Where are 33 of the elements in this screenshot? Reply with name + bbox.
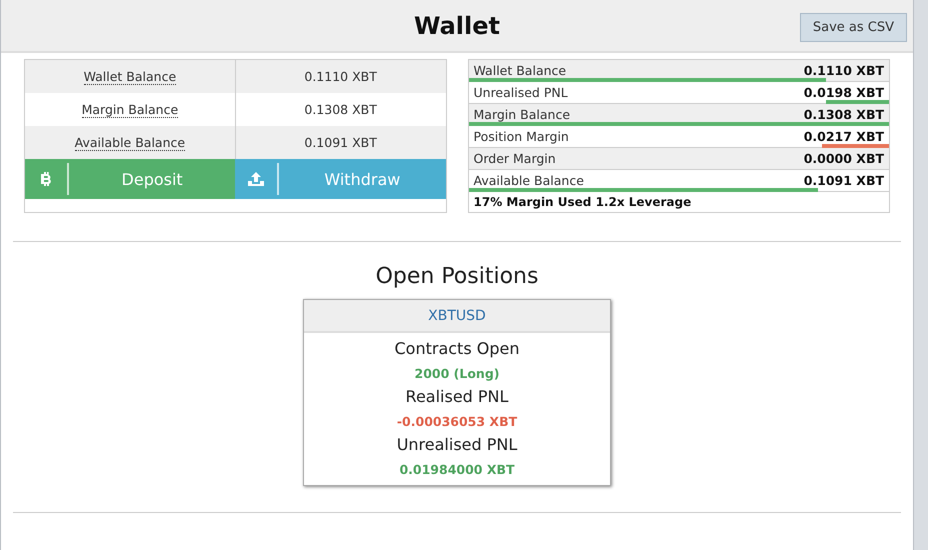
bitcoin-icon [40,171,52,187]
breakdown-value: 0.1091 XBT [804,173,884,188]
table-cell-text: 0.1308 XBT [303,101,378,119]
breakdown-value: 0.0000 XBT [804,151,884,166]
stat-value: -0.00036053 XBT [396,414,518,429]
save-as-csv-button[interactable]: Save as CSV [800,13,907,42]
breakdown-value: 0.0198 XBT [804,85,884,100]
balance-label: Available Balance [74,134,186,150]
breakdown-label: Wallet Balance [474,63,566,78]
deposit-button[interactable]: Deposit [25,159,236,199]
symbol-header: XBTUSD [304,300,610,333]
stat-value: 2000 (Long) [414,366,500,381]
balance-label: Margin Balance [82,102,178,118]
breakdown-label: Position Margin [474,129,569,144]
table-cell-text: 0.1091 XBT [303,134,378,152]
balance-label: Wallet Balance [84,68,176,84]
stat-label: Contracts Open [394,339,520,358]
breakdown-label: Order Margin [474,151,556,166]
page-title: Wallet [414,12,500,40]
breakdown-value: 0.0217 XBT [804,129,884,144]
withdraw-button[interactable]: Withdraw [235,159,446,199]
stat-label: Unrealised PNL [396,435,518,454]
breakdown-label: Margin Balance [474,107,570,122]
section-title: Open Positions [374,264,540,289]
leverage-summary: 17% Margin Used 1.2x Leverage [472,194,692,211]
breakdown-value: 0.1110 XBT [804,63,884,78]
stat-value: 0.01984000 XBT [398,462,516,477]
stat-label: Realised PNL [404,387,510,406]
upload-icon [247,171,266,187]
breakdown-label: Unrealised PNL [474,85,568,100]
breakdown-value: 0.1308 XBT [804,107,884,122]
table-cell-text: 0.1110 XBT [303,68,378,86]
breakdown-label: Available Balance [474,173,584,188]
